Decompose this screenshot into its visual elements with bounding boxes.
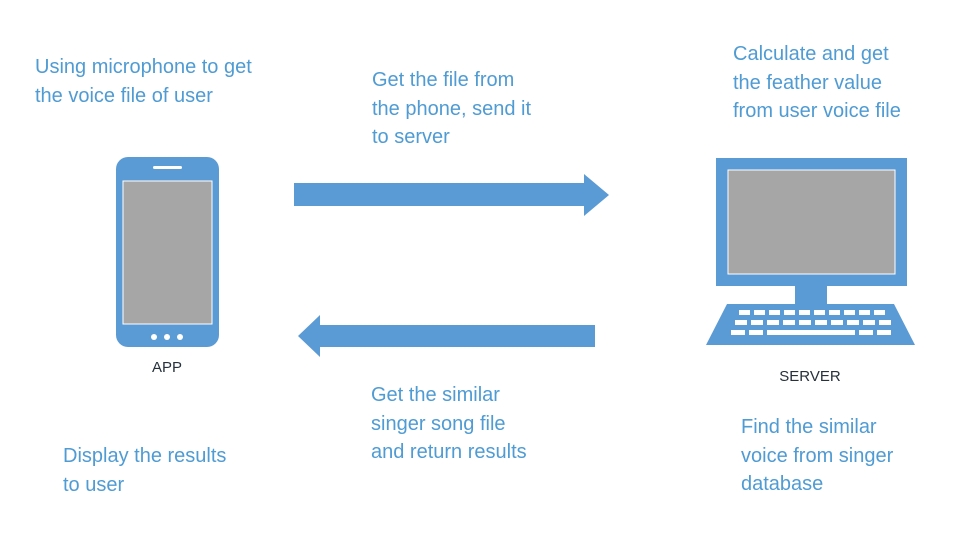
arrow-right-icon bbox=[294, 174, 609, 216]
server-label: SERVER bbox=[779, 368, 841, 385]
diagram-canvas bbox=[116, 157, 915, 357]
smartphone-icon bbox=[116, 157, 219, 347]
app-label: APP bbox=[151, 359, 182, 376]
arrow-left-icon bbox=[298, 315, 595, 357]
desktop-computer-icon bbox=[706, 158, 915, 345]
